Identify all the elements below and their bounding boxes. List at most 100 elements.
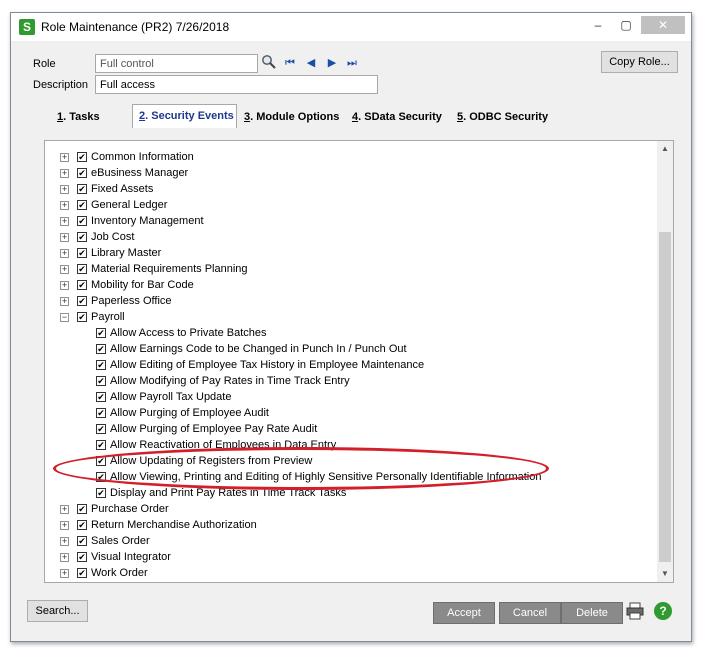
expand-plus-icon[interactable]: + <box>60 553 69 562</box>
checkbox-checked[interactable]: ✔ <box>77 296 87 306</box>
checkbox-checked[interactable]: ✔ <box>96 440 106 450</box>
expand-plus-icon[interactable]: + <box>60 185 69 194</box>
tree-item-label: Material Requirements Planning <box>91 263 248 275</box>
expand-plus-icon[interactable]: + <box>60 153 69 162</box>
checkbox-checked[interactable]: ✔ <box>77 264 87 274</box>
tab-tasks[interactable]: 1. Tasks <box>57 108 100 128</box>
tree-module-row[interactable]: + ✔ Material Requirements Planning <box>45 261 645 277</box>
tree-module-row[interactable]: + ✔ Paperless Office <box>45 293 645 309</box>
tree-event-row[interactable]: ✔ Allow Purging of Employee Audit <box>45 405 645 421</box>
role-input[interactable]: Full control <box>95 54 258 73</box>
checkbox-checked[interactable]: ✔ <box>77 248 87 258</box>
checkbox-checked[interactable]: ✔ <box>77 536 87 546</box>
checkbox-checked[interactable]: ✔ <box>77 280 87 290</box>
checkbox-checked[interactable]: ✔ <box>96 408 106 418</box>
previous-record-icon[interactable]: ◀ <box>304 56 318 70</box>
expand-plus-icon[interactable]: + <box>60 265 69 274</box>
checkbox-checked[interactable]: ✔ <box>96 472 106 482</box>
tab-module-options[interactable]: 3. Module Options <box>244 108 339 128</box>
tree-module-row[interactable]: + ✔ Job Cost <box>45 229 645 245</box>
help-icon[interactable]: ? <box>654 602 672 620</box>
checkbox-checked[interactable]: ✔ <box>96 488 106 498</box>
checkbox-checked[interactable]: ✔ <box>77 232 87 242</box>
next-record-icon[interactable]: ▶ <box>325 56 339 70</box>
description-field[interactable]: Full access <box>95 75 378 94</box>
accept-button[interactable]: Accept <box>433 602 495 624</box>
checkbox-checked[interactable]: ✔ <box>77 184 87 194</box>
expand-plus-icon[interactable]: + <box>60 297 69 306</box>
delete-button[interactable]: Delete <box>561 602 623 624</box>
expand-plus-icon[interactable]: + <box>60 521 69 530</box>
cancel-button[interactable]: Cancel <box>499 602 561 624</box>
scroll-up-arrow[interactable]: ▲ <box>657 141 673 157</box>
tree-event-row[interactable]: ✔ Display and Print Pay Rates in Time Tra… <box>45 485 645 501</box>
checkbox-checked[interactable]: ✔ <box>77 312 87 322</box>
checkbox-checked[interactable]: ✔ <box>96 328 106 338</box>
tree-item-label: Payroll <box>91 311 125 323</box>
checkbox-checked[interactable]: ✔ <box>77 552 87 562</box>
tab-sdata-security[interactable]: 4. SData Security <box>352 108 442 128</box>
copy-role-button[interactable]: Copy Role... <box>601 51 678 73</box>
checkbox-checked[interactable]: ✔ <box>96 392 106 402</box>
expand-plus-icon[interactable]: + <box>60 217 69 226</box>
checkbox-checked[interactable]: ✔ <box>96 456 106 466</box>
checkbox-checked[interactable]: ✔ <box>77 520 87 530</box>
last-record-icon[interactable]: ⏭ <box>345 56 359 70</box>
tab-odbc-security[interactable]: 5. ODBC Security <box>457 108 548 128</box>
tree-module-row[interactable]: + ✔ Return Merchandise Authorization <box>45 517 645 533</box>
vertical-scrollbar[interactable]: ▲ ▼ <box>657 141 673 582</box>
scroll-thumb[interactable] <box>659 232 671 562</box>
tree-module-row[interactable]: + ✔ eBusiness Manager <box>45 165 645 181</box>
checkbox-checked[interactable]: ✔ <box>96 376 106 386</box>
checkbox-checked[interactable]: ✔ <box>96 344 106 354</box>
collapse-minus-icon[interactable]: − <box>60 313 69 322</box>
tree-event-row[interactable]: ✔ Allow Modifying of Pay Rates in Time Tr… <box>45 373 645 389</box>
restore-button[interactable]: ▢ <box>613 16 639 34</box>
print-icon[interactable] <box>626 602 644 620</box>
tree-event-row[interactable]: ✔ Allow Editing of Employee Tax History i… <box>45 357 645 373</box>
tree-module-row[interactable]: + ✔ Fixed Assets <box>45 181 645 197</box>
tree-module-row[interactable]: + ✔ Mobility for Bar Code <box>45 277 645 293</box>
checkbox-checked[interactable]: ✔ <box>96 424 106 434</box>
tree-module-row[interactable]: + ✔ Work Order <box>45 565 645 581</box>
checkbox-checked[interactable]: ✔ <box>77 152 87 162</box>
minimize-button[interactable]: – <box>585 16 611 34</box>
tree-module-row[interactable]: + ✔ Purchase Order <box>45 501 645 517</box>
tree-module-row[interactable]: + ✔ Inventory Management <box>45 213 645 229</box>
expand-plus-icon[interactable]: + <box>60 537 69 546</box>
tree-module-row[interactable]: + ✔ Sales Order <box>45 533 645 549</box>
expand-plus-icon[interactable]: + <box>60 569 69 578</box>
expand-plus-icon[interactable]: + <box>60 233 69 242</box>
tree-module-row[interactable]: + ✔ General Ledger <box>45 197 645 213</box>
expand-plus-icon[interactable]: + <box>60 249 69 258</box>
first-record-icon[interactable]: ⏮ <box>283 56 297 70</box>
tab-security-events[interactable]: 2. Security Events <box>132 104 237 128</box>
tree-module-row[interactable]: − ✔ Payroll <box>45 309 645 325</box>
checkbox-checked[interactable]: ✔ <box>96 360 106 370</box>
checkbox-checked[interactable]: ✔ <box>77 216 87 226</box>
tree-module-row[interactable]: + ✔ Common Information <box>45 149 645 165</box>
tree-module-row[interactable]: + ✔ Library Master <box>45 245 645 261</box>
tree-module-row[interactable]: + ✔ Visual Integrator <box>45 549 645 565</box>
tree-event-row[interactable]: ✔ Allow Reactivation of Employees in Data… <box>45 437 645 453</box>
expand-plus-icon[interactable]: + <box>60 281 69 290</box>
tree-event-row[interactable]: ✔ Allow Viewing, Printing and Editing of … <box>45 469 645 485</box>
expand-plus-icon[interactable]: + <box>60 169 69 178</box>
expand-plus-icon[interactable]: + <box>60 201 69 210</box>
checkbox-checked[interactable]: ✔ <box>77 168 87 178</box>
expand-plus-icon[interactable]: + <box>60 505 69 514</box>
scroll-down-arrow[interactable]: ▼ <box>657 566 673 582</box>
checkbox-checked[interactable]: ✔ <box>77 504 87 514</box>
tree-event-row[interactable]: ✔ Allow Updating of Registers from Previe… <box>45 453 645 469</box>
close-button[interactable]: ✕ <box>641 16 685 34</box>
tree-item-label: General Ledger <box>91 199 168 211</box>
tree-event-row[interactable]: ✔ Allow Earnings Code to be Changed in Pu… <box>45 341 645 357</box>
tree-event-row[interactable]: ✔ Allow Purging of Employee Pay Rate Audi… <box>45 421 645 437</box>
tree-event-row[interactable]: ✔ Allow Access to Private Batches <box>45 325 645 341</box>
tree-item-label: Paperless Office <box>91 295 172 307</box>
checkbox-checked[interactable]: ✔ <box>77 568 87 578</box>
tree-event-row[interactable]: ✔ Allow Payroll Tax Update <box>45 389 645 405</box>
lookup-search-icon[interactable] <box>261 54 277 70</box>
checkbox-checked[interactable]: ✔ <box>77 200 87 210</box>
search-button[interactable]: Search... <box>27 600 88 622</box>
